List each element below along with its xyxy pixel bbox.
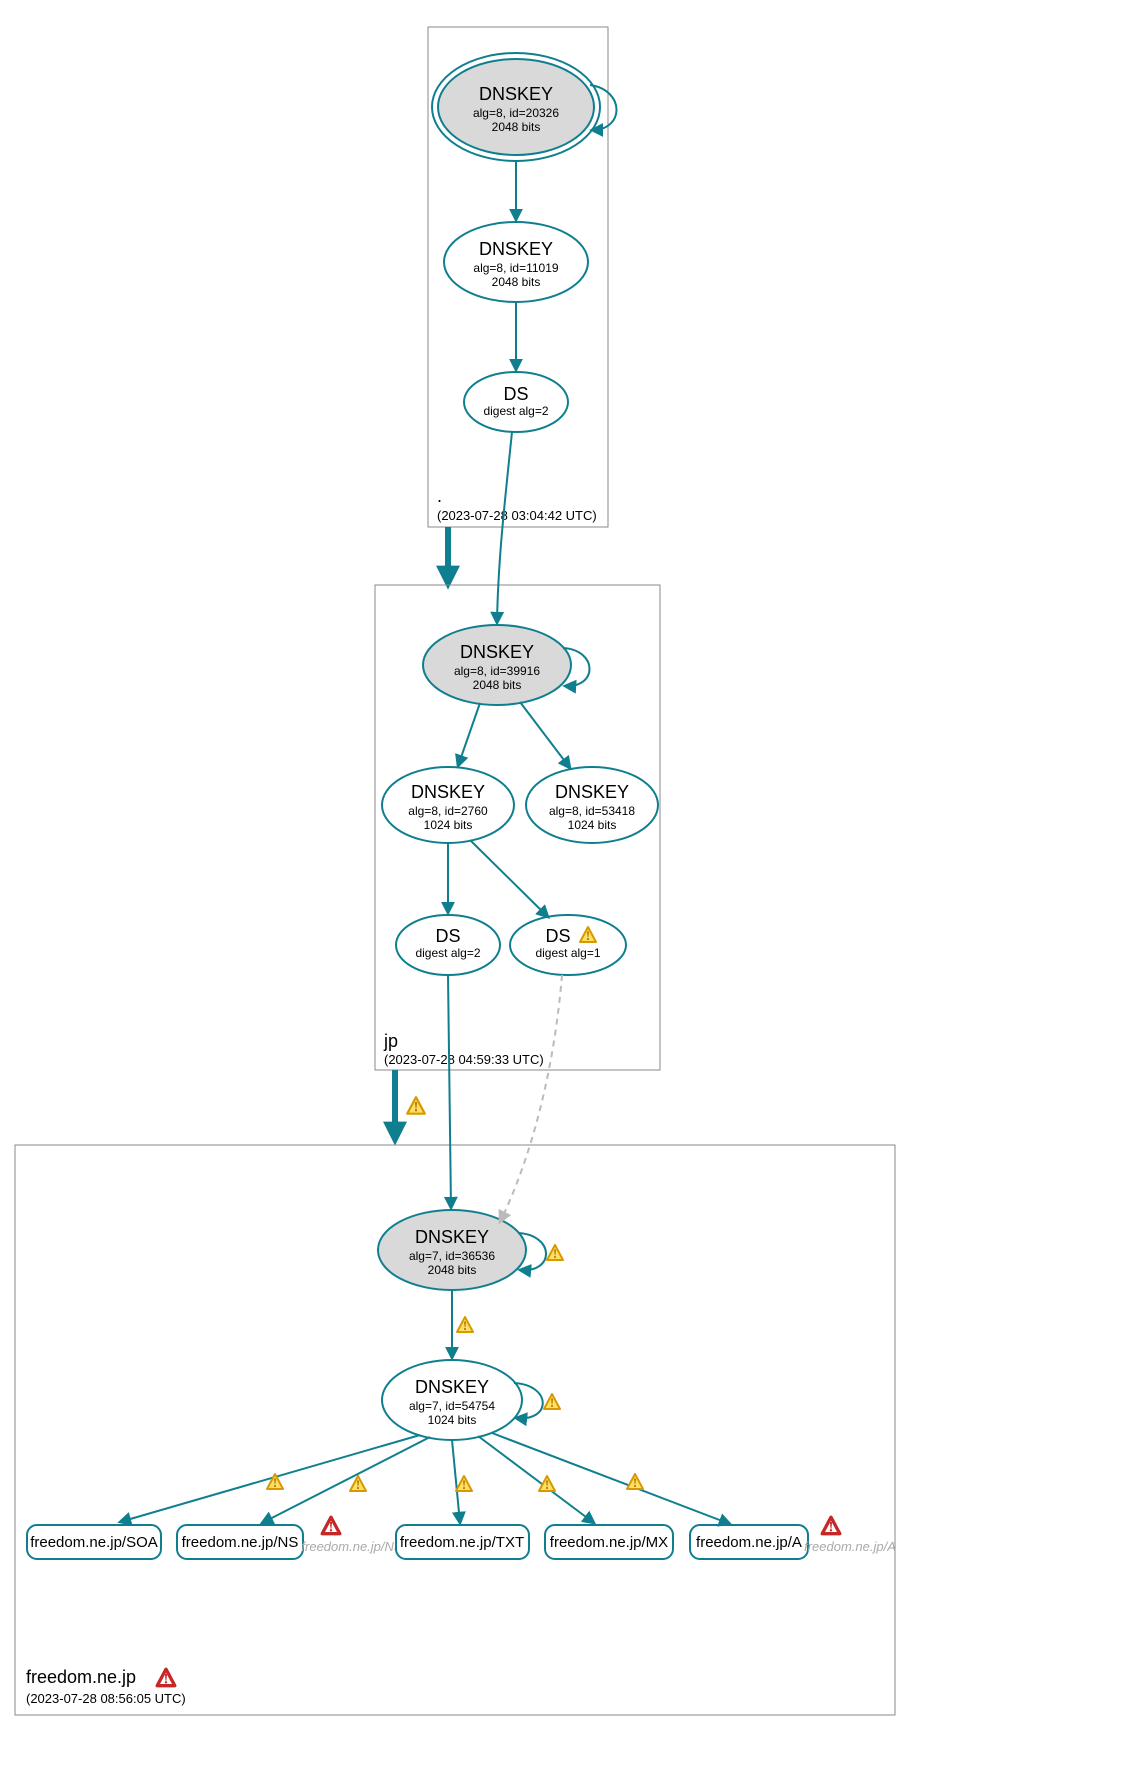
node-root-ds: DS digest alg=2 xyxy=(464,372,568,432)
svg-text:freedom.ne.jp/A: freedom.ne.jp/A xyxy=(696,1534,802,1551)
svg-text:alg=7, id=54754: alg=7, id=54754 xyxy=(409,1399,495,1413)
zone-ts-root: (2023-07-28 03:04:42 UTC) xyxy=(437,508,597,523)
svg-text:digest alg=2: digest alg=2 xyxy=(415,946,480,960)
svg-text:DS: DS xyxy=(503,384,528,404)
svg-text:DNSKEY: DNSKEY xyxy=(415,1227,489,1247)
svg-text:freedom.ne.jp/NS: freedom.ne.jp/NS xyxy=(182,1534,299,1551)
zone-ts-jp: (2023-07-28 04:59:33 UTC) xyxy=(384,1052,544,1067)
node-jp-ds1: DS digest alg=2 xyxy=(396,915,500,975)
record-soa: freedom.ne.jp/SOA xyxy=(27,1525,161,1559)
svg-text:freedom.ne.jp/MX: freedom.ne.jp/MX xyxy=(550,1534,668,1551)
edge-jpds2-leafksk xyxy=(500,975,562,1222)
warning-icon xyxy=(627,1474,643,1490)
svg-text:1024 bits: 1024 bits xyxy=(428,1413,477,1427)
zone-label-root: . xyxy=(437,486,442,506)
error-icon xyxy=(822,1517,840,1535)
svg-text:digest alg=2: digest alg=2 xyxy=(483,404,548,418)
warning-icon xyxy=(544,1394,560,1410)
record-txt: freedom.ne.jp/TXT xyxy=(396,1525,529,1559)
warning-icon xyxy=(547,1245,563,1261)
svg-text:freedom.ne.jp/TXT: freedom.ne.jp/TXT xyxy=(400,1534,524,1551)
node-root-zsk: DNSKEY alg=8, id=11019 2048 bits xyxy=(444,222,588,302)
zone-ts-leaf: (2023-07-28 08:56:05 UTC) xyxy=(26,1691,186,1706)
svg-text:alg=8, id=53418: alg=8, id=53418 xyxy=(549,804,635,818)
warning-icon xyxy=(407,1097,425,1115)
node-leaf-ksk: DNSKEY alg=7, id=36536 2048 bits xyxy=(378,1210,526,1290)
edge-jpds1-leafksk xyxy=(448,975,451,1208)
svg-text:DNSKEY: DNSKEY xyxy=(460,642,534,662)
error-icon xyxy=(157,1669,175,1687)
svg-text:alg=8, id=39916: alg=8, id=39916 xyxy=(454,664,540,678)
svg-text:freedom.ne.jp/SOA: freedom.ne.jp/SOA xyxy=(30,1534,158,1551)
edge-zsk-ns xyxy=(262,1437,430,1523)
svg-text:2048 bits: 2048 bits xyxy=(428,1263,477,1277)
edge-jpzsk1-ds2 xyxy=(470,840,548,917)
svg-text:1024 bits: 1024 bits xyxy=(424,818,473,832)
svg-text:1024 bits: 1024 bits xyxy=(568,818,617,832)
dnssec-diagram: ! ! . (2023-07-28 03:04:42 UTC) DNSKEY a… xyxy=(0,0,1147,1776)
warning-icon xyxy=(456,1476,472,1492)
edge-jpksk-zsk1 xyxy=(458,703,480,766)
svg-text:DNSKEY: DNSKEY xyxy=(555,782,629,802)
svg-text:2048 bits: 2048 bits xyxy=(492,120,541,134)
svg-text:DNSKEY: DNSKEY xyxy=(479,84,553,104)
node-jp-ds2: DS digest alg=1 xyxy=(510,915,626,975)
faded-a: freedom.ne.jp/A xyxy=(804,1539,896,1554)
svg-text:2048 bits: 2048 bits xyxy=(492,275,541,289)
svg-text:DS: DS xyxy=(435,926,460,946)
svg-text:DS: DS xyxy=(545,926,570,946)
faded-ns: freedom.ne.jp/NS xyxy=(301,1539,402,1554)
edge-jpksk-zsk2 xyxy=(520,702,570,768)
record-a: freedom.ne.jp/A xyxy=(690,1525,808,1559)
svg-text:DNSKEY: DNSKEY xyxy=(479,239,553,259)
error-icon xyxy=(322,1517,340,1535)
zone-label-leaf: freedom.ne.jp xyxy=(26,1667,136,1687)
node-jp-zsk2: DNSKEY alg=8, id=53418 1024 bits xyxy=(526,767,658,843)
svg-text:alg=8, id=2760: alg=8, id=2760 xyxy=(408,804,488,818)
svg-text:DNSKEY: DNSKEY xyxy=(411,782,485,802)
edge-zsk-a xyxy=(492,1433,730,1524)
svg-text:alg=8, id=11019: alg=8, id=11019 xyxy=(473,261,559,275)
svg-text:alg=7, id=36536: alg=7, id=36536 xyxy=(409,1249,495,1263)
svg-text:DNSKEY: DNSKEY xyxy=(415,1377,489,1397)
record-ns: freedom.ne.jp/NS xyxy=(177,1525,303,1559)
node-jp-ksk: DNSKEY alg=8, id=39916 2048 bits xyxy=(423,625,571,705)
edge-zsk-soa xyxy=(120,1435,420,1522)
edge-zsk-txt xyxy=(452,1440,460,1523)
node-jp-zsk1: DNSKEY alg=8, id=2760 1024 bits xyxy=(382,767,514,843)
svg-text:2048 bits: 2048 bits xyxy=(473,678,522,692)
record-mx: freedom.ne.jp/MX xyxy=(545,1525,673,1559)
warning-icon xyxy=(350,1476,366,1492)
node-root-ksk: DNSKEY alg=8, id=20326 2048 bits xyxy=(432,53,600,161)
svg-text:alg=8, id=20326: alg=8, id=20326 xyxy=(473,106,559,120)
svg-text:digest alg=1: digest alg=1 xyxy=(535,946,600,960)
warning-icon xyxy=(457,1317,473,1333)
node-leaf-zsk: DNSKEY alg=7, id=54754 1024 bits xyxy=(382,1360,522,1440)
zone-label-jp: jp xyxy=(383,1031,398,1051)
